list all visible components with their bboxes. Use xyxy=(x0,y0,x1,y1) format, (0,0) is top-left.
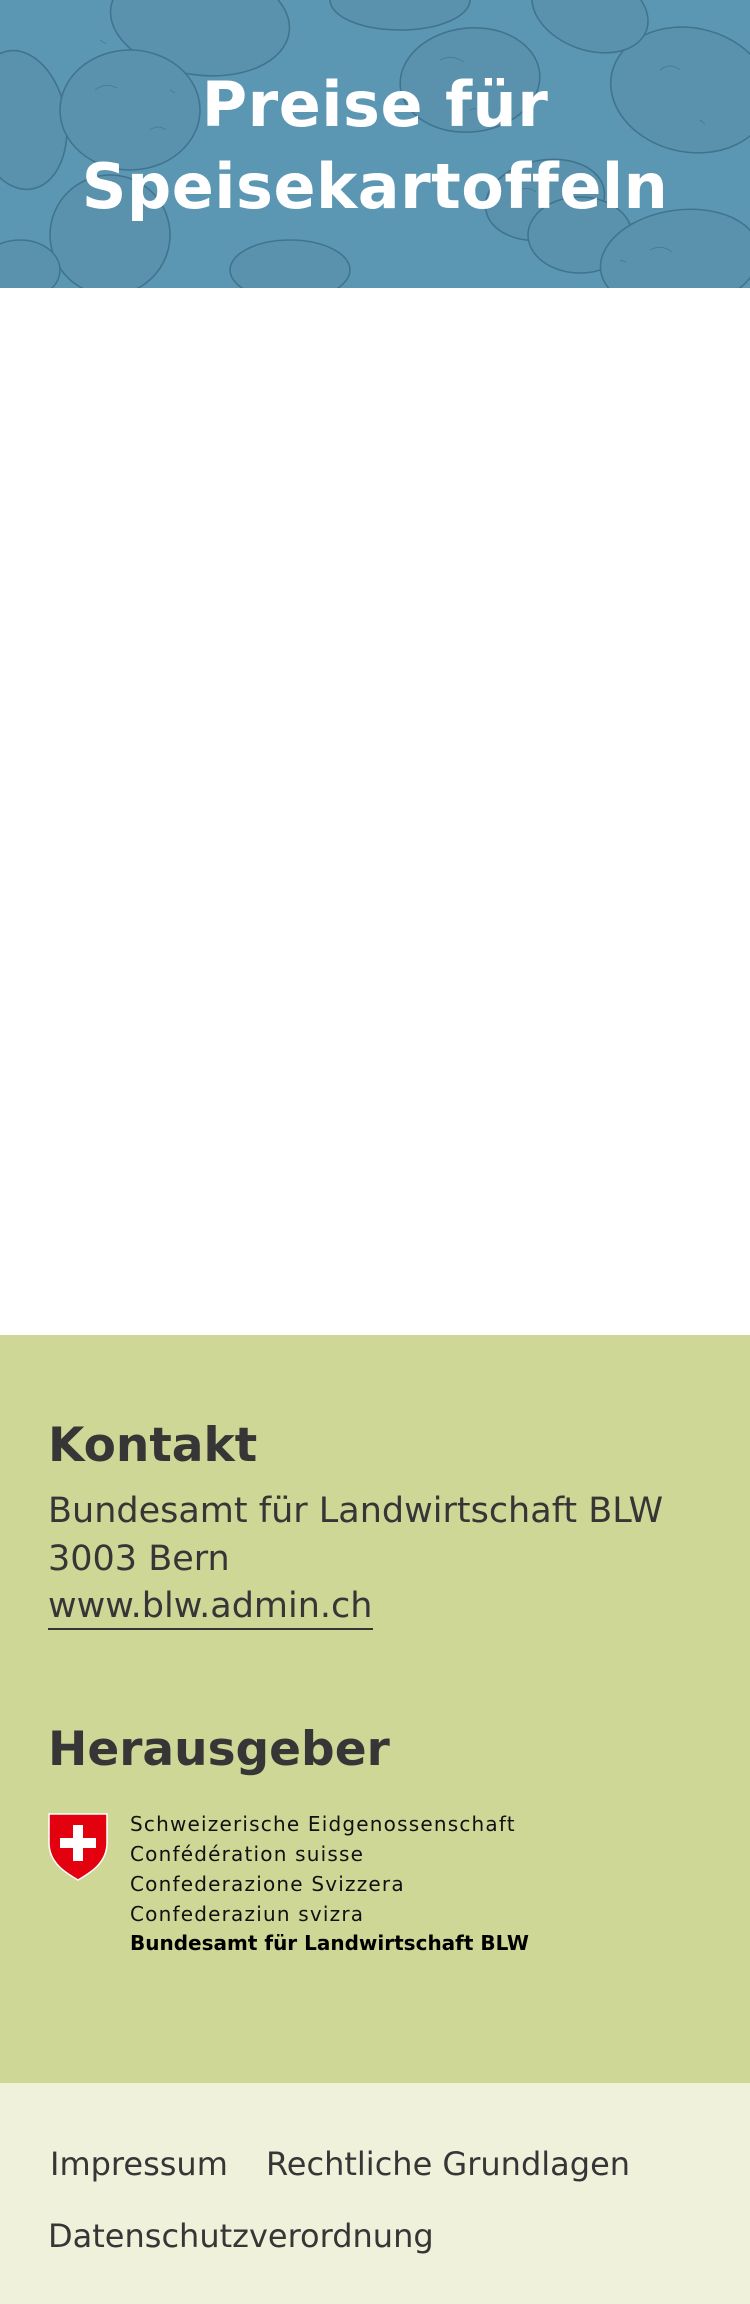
footer: Impressum Rechtliche Grundlagen Datensch… xyxy=(0,2083,750,2304)
confederation-line-fr: Confédération suisse xyxy=(130,1842,365,1866)
publisher-heading: Herausgeber xyxy=(48,1722,390,1777)
confederation-line-de: Schweizerische Eidgenossenschaft xyxy=(130,1812,516,1836)
page-title-line1: Preise für xyxy=(201,68,549,141)
page-title: Preise für Speisekartoffeln xyxy=(0,64,750,228)
confederation-line-it: Confederazione Svizzera xyxy=(130,1872,405,1896)
swiss-crest-icon xyxy=(48,1813,108,1881)
contact-city: 3003 Bern xyxy=(48,1539,230,1579)
page: Preise für Speisekartoffeln Kontakt Bunde… xyxy=(0,0,750,2304)
info-section: Kontakt Bundesamt für Landwirtschaft BLW… xyxy=(0,1335,750,2083)
contact-heading: Kontakt xyxy=(48,1418,258,1473)
contact-office: Bundesamt für Landwirtschaft BLW xyxy=(48,1491,664,1531)
footer-link-impressum[interactable]: Impressum xyxy=(50,2145,228,2183)
publisher-office-name: Bundesamt für Landwirtschaft BLW xyxy=(130,1931,529,1955)
confederation-text: Schweizerische Eidgenossenschaft Confédé… xyxy=(130,1809,516,1929)
contact-website-link[interactable]: www.blw.admin.ch xyxy=(48,1584,373,1630)
footer-link-rechtliche-grundlagen[interactable]: Rechtliche Grundlagen xyxy=(266,2145,630,2183)
confederation-line-rm: Confederaziun svizra xyxy=(130,1902,365,1926)
page-title-line2: Speisekartoffeln xyxy=(81,150,669,223)
federal-logo: Schweizerische Eidgenossenschaft Confédé… xyxy=(48,1812,529,1993)
hero-banner: Preise für Speisekartoffeln xyxy=(0,0,750,288)
main-content-area xyxy=(0,288,750,1335)
footer-link-datenschutz[interactable]: Datenschutzverordnung xyxy=(48,2217,434,2255)
